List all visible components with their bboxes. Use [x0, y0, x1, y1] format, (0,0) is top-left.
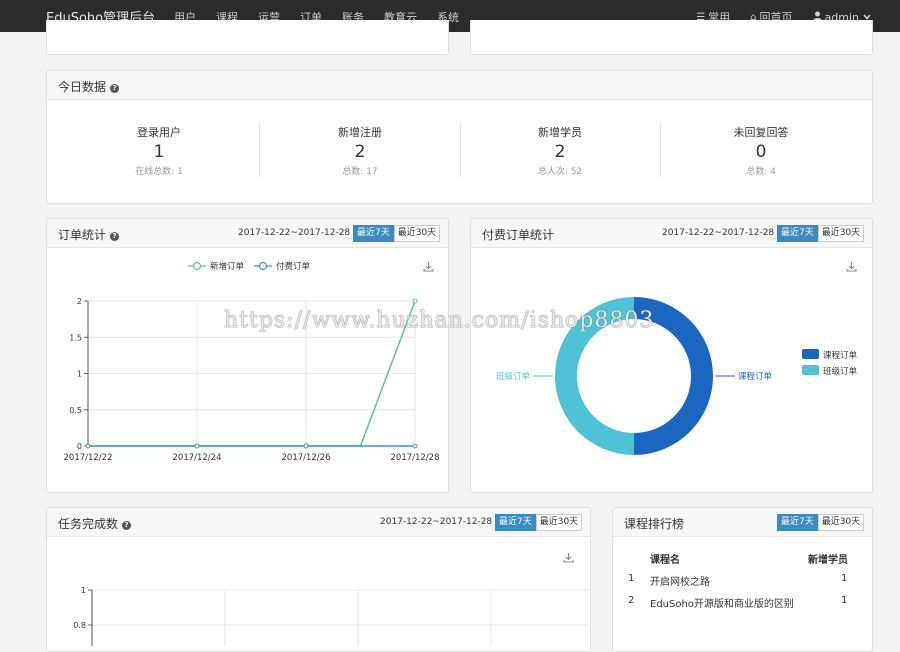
col-course-name: 课程名 — [650, 555, 680, 566]
data-point — [303, 443, 309, 449]
top-panel-left — [46, 20, 449, 55]
x-tick-label: 2017/12/28 — [391, 453, 440, 463]
paid-orders-panel: 付费订单统计 2017-12-22~2017-12-28 最近7天 最近30天 … — [470, 218, 873, 493]
y-tick-label: 0 — [77, 442, 82, 451]
panel-title: 今日数据? — [58, 78, 120, 95]
x-tick-label: 2017/12/26 — [282, 453, 331, 463]
stat-sub: 总人次: 52 — [537, 167, 583, 177]
stat-value: 2 — [554, 142, 566, 162]
date-range: 2017-12-22~2017-12-28 — [662, 228, 775, 238]
donut-slice-class-orders — [555, 297, 634, 455]
stat-sub: 在线总数: 1 — [135, 167, 183, 177]
stat-sub: 总数: 17 — [342, 167, 378, 177]
panel-title: 订单统计? — [58, 226, 120, 243]
legend-marker — [192, 261, 202, 271]
task-completion-panel: 任务完成数? 2017-12-22~2017-12-28 最近7天 最近30天 … — [46, 507, 591, 652]
last-7-days-button[interactable]: 最近7天 — [353, 225, 394, 242]
stat-label: 新增学员 — [538, 126, 582, 139]
new-student-count: 1 — [841, 573, 848, 584]
last-30-days-button[interactable]: 最近30天 — [535, 514, 583, 531]
slice-label: 班级订单 — [496, 371, 531, 382]
help-icon[interactable]: ? — [110, 84, 120, 93]
last-30-days-button[interactable]: 最近30天 — [393, 225, 441, 242]
help-icon[interactable]: ? — [122, 521, 132, 530]
col-new-students: 新增学员 — [808, 555, 848, 566]
legend-label: 班级订单 — [823, 366, 858, 377]
date-range: 2017-12-22~2017-12-28 — [238, 228, 351, 238]
y-tick-label: 0.8 — [73, 621, 86, 630]
new-student-count: 1 — [841, 595, 848, 606]
stat-label: 登录用户 — [137, 126, 181, 139]
x-tick-label: 2017/12/24 — [173, 453, 222, 463]
stat-label: 未回复回答 — [733, 126, 789, 139]
table-row: 2 EduSoho开源版和商业版的区别 1 — [613, 595, 872, 617]
donut-slice-course-orders — [634, 297, 713, 455]
course-name-link[interactable]: 开启网校之路 — [650, 573, 710, 588]
last-7-days-button[interactable]: 最近7天 — [777, 225, 818, 242]
order-stats-panel: 订单统计? 2017-12-22~2017-12-28 最近7天 最近30天 0… — [46, 218, 449, 493]
ranking-table: 课程名 新增学员 1 开启网校之路 1 2 EduSoho开源版和商业版的区别 … — [613, 536, 872, 617]
last-30-days-button[interactable]: 最近30天 — [817, 514, 865, 531]
paid-orders-donut-chart: 课程订单班级订单课程订单班级订单 — [496, 297, 858, 455]
range-toggle: 最近7天 最近30天 — [777, 514, 865, 531]
legend-swatch — [802, 349, 819, 359]
help-icon[interactable]: ? — [110, 232, 120, 241]
slice-label: 课程订单 — [738, 371, 773, 382]
y-tick-label: 1 — [77, 370, 82, 379]
top-panel-right — [470, 20, 873, 55]
panel-title: 任务完成数? — [58, 515, 132, 532]
rank-number: 1 — [628, 573, 635, 584]
legend-label: 课程订单 — [823, 350, 858, 361]
table-header: 课程名 新增学员 — [613, 536, 872, 566]
last-7-days-button[interactable]: 最近7天 — [777, 514, 818, 531]
data-point — [85, 443, 91, 449]
rank-number: 2 — [628, 595, 635, 606]
legend-marker — [258, 261, 268, 271]
stat-label: 新增注册 — [338, 126, 382, 139]
course-name-link[interactable]: EduSoho开源版和商业版的区别 — [650, 595, 794, 610]
data-point — [412, 298, 418, 304]
stat-new-students: 新增学员 2 总人次: 52 — [460, 124, 660, 177]
stat-value: 0 — [755, 142, 767, 162]
stat-new-registrations: 新增注册 2 总数: 17 — [260, 124, 460, 177]
x-tick-label: 2017/12/22 — [64, 453, 113, 463]
panel-title: 付费订单统计 — [482, 228, 555, 242]
date-range: 2017-12-22~2017-12-28 — [380, 517, 493, 527]
stat-sub: 总数: 4 — [746, 167, 776, 177]
today-data-panel: 今日数据? 登录用户 1 在线总数: 1 新增注册 2 总数: 17 新增学员 … — [46, 70, 873, 204]
y-tick-label: 2 — [77, 297, 82, 306]
data-point — [194, 443, 200, 449]
stat-login-users: 登录用户 1 在线总数: 1 — [59, 124, 259, 177]
stat-unanswered: 未回复回答 0 总数: 4 — [661, 124, 861, 177]
legend-label: 付费订单 — [276, 261, 311, 272]
y-tick-label: 1.5 — [69, 333, 82, 342]
panel-header: 付费订单统计 2017-12-22~2017-12-28 最近7天 最近30天 — [471, 219, 872, 248]
y-tick-label: 0.5 — [69, 406, 82, 415]
stat-value: 2 — [354, 142, 366, 162]
course-ranking-panel: 课程排行榜 最近7天 最近30天 课程名 新增学员 1 开启网校之路 1 2 E… — [612, 507, 873, 652]
panel-header: 任务完成数? 2017-12-22~2017-12-28 最近7天 最近30天 — [47, 508, 590, 537]
data-point — [412, 443, 418, 449]
range-toggle: 最近7天 最近30天 — [495, 514, 583, 531]
panel-header: 订单统计? 2017-12-22~2017-12-28 最近7天 最近30天 — [47, 219, 448, 248]
last-7-days-button[interactable]: 最近7天 — [495, 514, 536, 531]
legend-swatch — [802, 365, 819, 375]
table-row: 1 开启网校之路 1 — [613, 573, 872, 595]
order-line-chart: 0 0.5 1 1.5 2 2017/12/22 2017/12/24 2017/12/26 2… — [64, 261, 440, 463]
stat-value: 1 — [153, 142, 165, 162]
panel-header: 课程排行榜 最近7天 最近30天 — [613, 508, 872, 537]
last-30-days-button[interactable]: 最近30天 — [817, 225, 865, 242]
range-toggle: 最近7天 最近30天 — [777, 225, 865, 242]
panel-title: 课程排行榜 — [624, 517, 685, 531]
panel-header: 今日数据? — [47, 71, 872, 100]
legend-label: 新增订单 — [210, 261, 245, 272]
task-line-chart: 10.8 — [73, 586, 590, 646]
y-tick-label: 1 — [81, 586, 86, 595]
range-toggle: 最近7天 最近30天 — [353, 225, 441, 242]
